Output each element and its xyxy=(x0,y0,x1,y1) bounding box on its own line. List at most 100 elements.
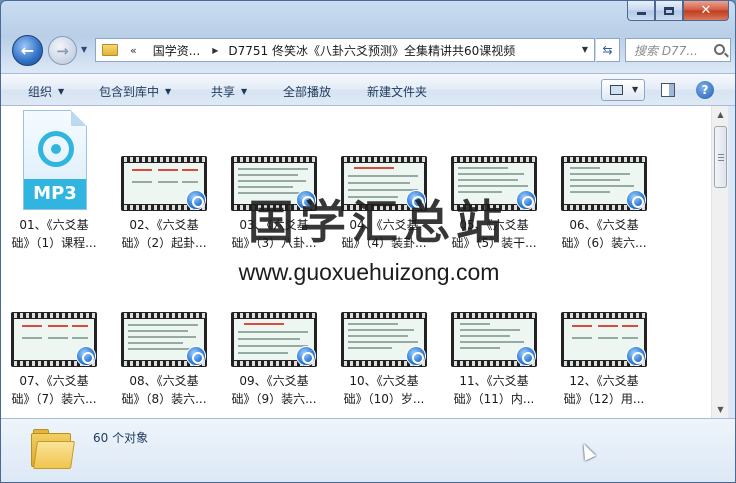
dropdown-arrow-icon: ▼ xyxy=(241,87,248,96)
search-placeholder: 搜索 D77... xyxy=(634,43,698,58)
navigation-bar: ← → ▼ « 国学资... ▶ D7751 佟笑冰《八卦六爻预测》全集精讲共6… xyxy=(1,31,735,71)
media-player-icon xyxy=(626,190,646,210)
maximize-button[interactable] xyxy=(655,1,683,21)
file-name-line: 06、《六爻基 xyxy=(569,218,639,232)
file-name: 07、《六爻基 础》（7）装六... xyxy=(1,372,107,408)
video-thumbnail xyxy=(11,312,97,367)
media-player-icon xyxy=(186,190,206,210)
file-name-line: 础》（6）装六... xyxy=(561,236,647,250)
new-folder-button[interactable]: 新建文件夹 xyxy=(367,83,427,100)
mp3-file-icon: MP3 xyxy=(23,110,87,210)
change-view-button[interactable]: ▼ xyxy=(601,79,645,101)
breadcrumb-overflow[interactable]: « xyxy=(130,44,137,57)
file-item[interactable]: 12、《六爻基 础》（12）用... xyxy=(551,264,657,406)
scroll-up-icon[interactable]: ▲ xyxy=(713,106,728,123)
video-thumbnail xyxy=(341,312,427,367)
vertical-scrollbar[interactable]: ▲ ▼ xyxy=(711,106,728,418)
file-item[interactable]: 02、《六爻基 础》（2）起卦... xyxy=(111,108,217,250)
file-name-line: 础》（7）装六... xyxy=(11,392,97,406)
include-in-library-label: 包含到库中 xyxy=(99,85,160,99)
include-in-library-menu[interactable]: 包含到库中 ▼ xyxy=(99,83,171,100)
scroll-down-icon[interactable]: ▼ xyxy=(713,401,728,418)
dropdown-arrow-icon: ▼ xyxy=(58,87,65,96)
explorer-window: ✕ ← → ▼ « 国学资... ▶ D7751 佟笑冰《八卦六爻预测》全集精讲… xyxy=(0,0,736,483)
address-dropdown-icon[interactable]: ▼ xyxy=(582,45,588,54)
file-name-line: 础》（9）装六... xyxy=(231,392,317,406)
help-button[interactable]: ? xyxy=(696,81,714,99)
file-name-line: 础》（10）岁... xyxy=(343,392,425,406)
file-name: 12、《六爻基 础》（12）用... xyxy=(551,372,657,408)
command-bar: 组织 ▼ 包含到库中 ▼ 共享 ▼ 全部播放 新建文件夹 ▼ ? xyxy=(1,73,735,106)
video-thumbnail xyxy=(121,312,207,367)
address-bar[interactable]: « 国学资... ▶ D7751 佟笑冰《八卦六爻预测》全集精讲共60课视频 ▼ xyxy=(95,38,595,62)
preview-pane-button[interactable] xyxy=(661,83,675,97)
file-name-line: 11、《六爻基 xyxy=(459,374,529,388)
item-count: 60 个对象 xyxy=(93,431,149,445)
folder-icon xyxy=(31,429,75,471)
file-item[interactable]: MP3 01、《六爻基 础》（1）课程... xyxy=(1,108,107,250)
file-name: 09、《六爻基 础》（9）装六... xyxy=(221,372,327,408)
refresh-icon: ⇆ xyxy=(602,43,613,57)
window-controls: ✕ xyxy=(627,1,729,21)
forward-arrow-icon: → xyxy=(56,41,69,60)
dropdown-arrow-icon[interactable]: ▼ xyxy=(632,85,638,94)
file-name: 01、《六爻基 础》（1）课程... xyxy=(1,216,107,252)
close-button[interactable]: ✕ xyxy=(683,1,729,21)
recent-pages-button[interactable]: ▼ xyxy=(81,45,87,54)
file-item[interactable]: 08、《六爻基 础》（8）装六... xyxy=(111,264,217,406)
folder-icon xyxy=(102,44,118,56)
file-name-line: 础》（1）课程... xyxy=(11,236,97,250)
maximize-icon xyxy=(664,6,674,15)
video-thumbnail xyxy=(451,312,537,367)
file-name-line: 09、《六爻基 xyxy=(239,374,309,388)
file-name-line: 07、《六爻基 xyxy=(19,374,89,388)
file-name-line: 10、《六爻基 xyxy=(349,374,419,388)
file-name-line: 01、《六爻基 xyxy=(19,218,89,232)
file-name: 08、《六爻基 础》（8）装六... xyxy=(111,372,217,408)
dropdown-arrow-icon: ▼ xyxy=(165,87,172,96)
share-menu[interactable]: 共享 ▼ xyxy=(211,83,247,100)
file-name-line: 08、《六爻基 xyxy=(129,374,199,388)
media-player-icon xyxy=(406,346,426,366)
breadcrumb-item[interactable]: 国学资... xyxy=(153,42,200,59)
file-name-line: 础》（8）装六... xyxy=(121,392,207,406)
back-button[interactable]: ← xyxy=(12,35,43,66)
minimize-icon xyxy=(636,12,646,15)
video-thumbnail xyxy=(561,312,647,367)
media-player-icon xyxy=(516,346,536,366)
view-icon xyxy=(610,85,623,95)
minimize-button[interactable] xyxy=(627,1,655,21)
media-player-icon xyxy=(186,346,206,366)
file-name-line: 02、《六爻基 xyxy=(129,218,199,232)
search-icon[interactable] xyxy=(714,44,725,55)
back-arrow-icon: ← xyxy=(20,41,35,60)
video-thumbnail xyxy=(231,312,317,367)
file-item[interactable]: 07、《六爻基 础》（7）装六... xyxy=(1,264,107,406)
share-label: 共享 xyxy=(211,85,236,99)
search-input[interactable]: 搜索 D77... xyxy=(625,38,731,62)
file-name: 11、《六爻基 础》（11）内... xyxy=(441,372,547,408)
file-item[interactable]: 06、《六爻基 础》（6）装六... xyxy=(551,108,657,250)
organize-menu[interactable]: 组织 ▼ xyxy=(28,83,64,100)
file-name: 10、《六爻基 础》（10）岁... xyxy=(331,372,437,408)
file-name-line: 础》（11）内... xyxy=(453,392,535,406)
forward-button[interactable]: → xyxy=(48,36,77,65)
grip-icon xyxy=(718,154,724,155)
file-name: 06、《六爻基 础》（6）装六... xyxy=(551,216,657,252)
organize-label: 组织 xyxy=(28,85,53,99)
watermark-url: www.guoxuehuizong.com xyxy=(238,259,500,285)
media-player-icon xyxy=(296,346,316,366)
video-thumbnail xyxy=(561,156,647,211)
play-all-button[interactable]: 全部播放 xyxy=(283,83,331,100)
file-name-line: 础》（12）用... xyxy=(563,392,645,406)
refresh-button[interactable]: ⇆ xyxy=(596,38,620,62)
breadcrumb-item[interactable]: D7751 佟笑冰《八卦六爻预测》全集精讲共60课视频 xyxy=(228,42,515,59)
media-player-icon xyxy=(626,346,646,366)
details-pane: 60 个对象 xyxy=(1,418,735,482)
file-name: 02、《六爻基 础》（2）起卦... xyxy=(111,216,217,252)
file-type-label: MP3 xyxy=(24,179,86,209)
scrollbar-thumb[interactable] xyxy=(714,126,727,188)
breadcrumb-chevron-icon[interactable]: ▶ xyxy=(212,46,218,55)
watermark-title: 国学汇总站 xyxy=(248,195,508,249)
file-name-line: 12、《六爻基 xyxy=(569,374,639,388)
